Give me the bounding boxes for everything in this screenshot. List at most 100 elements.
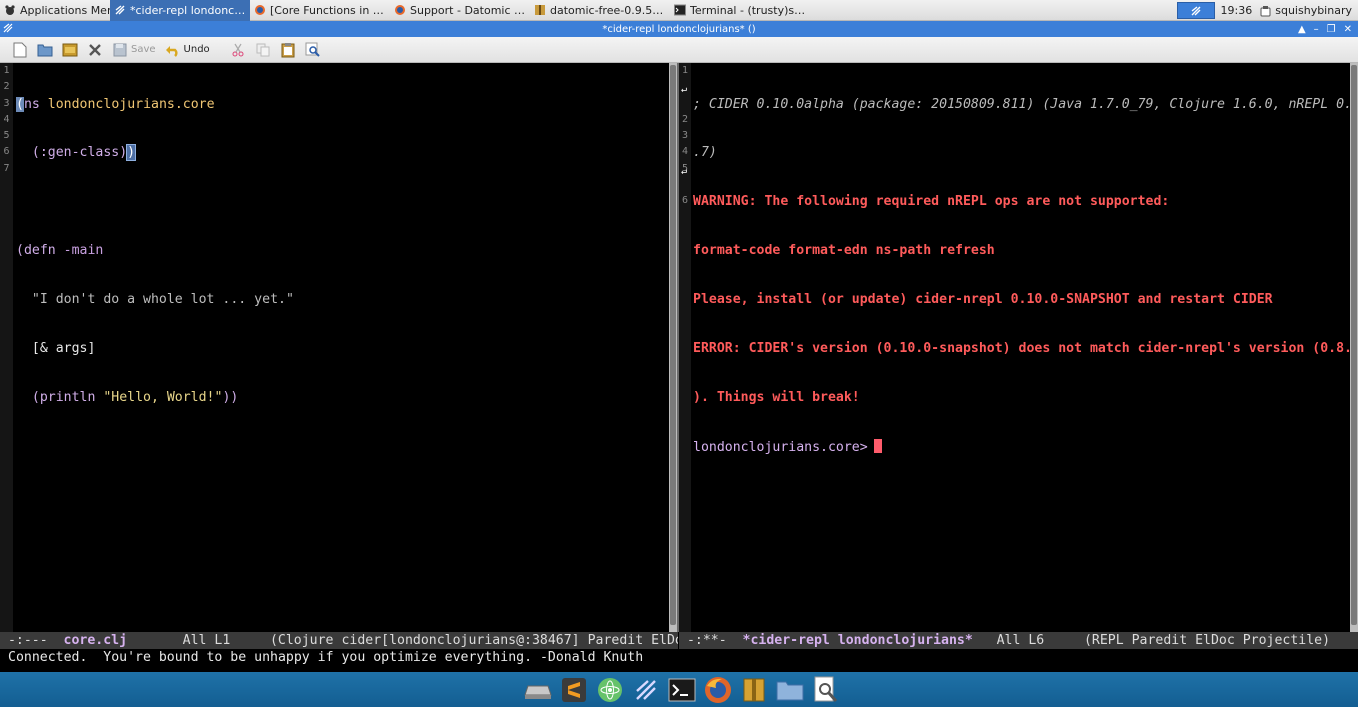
line-number: 2 bbox=[681, 113, 689, 125]
taskbar-item-datomic-free[interactable]: datomic-free-0.9.5206.z... bbox=[530, 0, 670, 21]
window-maximize-icon[interactable]: ❐ bbox=[1327, 24, 1336, 35]
dock-item-sublime-text[interactable] bbox=[558, 674, 590, 705]
dock-item-search[interactable] bbox=[810, 674, 842, 705]
window-titlebar[interactable]: *cider-repl londonclojurians* () ▲ – ❐ ✕ bbox=[0, 21, 1358, 37]
taskbar-item-cider-repl[interactable]: *cider-repl londonclojuri... bbox=[110, 0, 250, 21]
right-scrollbar[interactable] bbox=[1350, 63, 1358, 632]
line-wrap-icon: ↵ bbox=[681, 166, 688, 177]
sublime-text-icon bbox=[562, 677, 586, 702]
code-line: (:gen-class)) bbox=[16, 144, 137, 162]
open-dired-button[interactable] bbox=[60, 40, 80, 60]
dock-item-emacs[interactable] bbox=[630, 674, 662, 705]
line-number: 6 bbox=[3, 146, 10, 158]
scissors-icon bbox=[230, 42, 246, 58]
close-buffer-button[interactable] bbox=[85, 40, 105, 60]
modeline-modes[interactable]: (Clojure cider[londonclojurians@:38467] … bbox=[270, 633, 678, 648]
modeline-modes[interactable]: (REPL Paredit ElDoc Projectile) bbox=[1084, 633, 1330, 648]
paste-button[interactable] bbox=[278, 40, 298, 60]
archive-manager-icon bbox=[743, 678, 765, 701]
modeline-position: All L1 bbox=[127, 633, 270, 648]
archive-icon bbox=[534, 4, 546, 16]
copy-button[interactable] bbox=[253, 40, 273, 60]
toolbar: Save Undo bbox=[0, 37, 1358, 63]
scrollbar-thumb[interactable] bbox=[670, 65, 676, 625]
line-number: 4 bbox=[681, 146, 689, 158]
firefox-icon bbox=[254, 4, 266, 16]
new-file-button[interactable] bbox=[10, 40, 30, 60]
save-icon bbox=[112, 42, 128, 58]
left-scrollbar[interactable] bbox=[669, 63, 677, 632]
repl-error: ERROR: CIDER's version (0.10.0-snapshot)… bbox=[693, 341, 1358, 357]
firefox-icon bbox=[394, 4, 406, 16]
new-file-icon bbox=[12, 42, 28, 58]
modeline-buffer-name[interactable]: *cider-repl londonclojurians* bbox=[743, 633, 973, 648]
window-close-icon[interactable]: ✕ bbox=[1344, 24, 1352, 35]
line-number: 3 bbox=[681, 130, 689, 142]
left-mode-line[interactable]: -:--- core.clj All L1 (Clojure cider[lon… bbox=[0, 632, 678, 649]
undo-button[interactable]: Undo bbox=[163, 40, 212, 60]
dock-item-file-manager[interactable] bbox=[774, 674, 806, 705]
repl-prompt: londonclojurians.core> bbox=[693, 439, 868, 455]
repl-unsupported-ops: format-code format-edn ns-path refresh bbox=[693, 243, 995, 259]
clock[interactable]: 19:36 bbox=[1221, 4, 1253, 17]
search-icon bbox=[305, 42, 321, 58]
text-cursor bbox=[873, 438, 882, 453]
atom-icon bbox=[598, 677, 622, 702]
dock-item-atom[interactable] bbox=[594, 674, 626, 705]
repl-output[interactable]: ; CIDER 0.10.0alpha (package: 20150809.8… bbox=[693, 64, 1358, 488]
taskbar-item-label: [Core Functions in Dept... bbox=[270, 3, 386, 17]
save-label: Save bbox=[131, 44, 156, 55]
line-wrap-icon: ↵ bbox=[681, 84, 688, 95]
right-mode-line[interactable]: -:**- *cider-repl londonclojurians* All … bbox=[679, 632, 1358, 649]
top-panel: Applications Menu *cider-repl londoncloj… bbox=[0, 0, 1358, 21]
line-number: 7 bbox=[3, 162, 10, 174]
folder-open-icon bbox=[37, 42, 53, 58]
echo-message: Connected. You're bound to be unhappy if… bbox=[8, 650, 644, 665]
line-number: 2 bbox=[3, 81, 10, 93]
terminal-icon bbox=[674, 4, 686, 16]
modeline-buffer-name[interactable]: core.clj bbox=[64, 633, 128, 648]
line-number: 1 bbox=[3, 65, 10, 76]
line-number: 6 bbox=[681, 195, 689, 207]
dock-item-terminal[interactable] bbox=[666, 674, 698, 705]
repl-banner: ; CIDER 0.10.0alpha (package: 20150809.8… bbox=[693, 96, 1358, 112]
applications-menu-button[interactable]: Applications Menu bbox=[0, 0, 110, 21]
taskbar-item-support-datomic[interactable]: Support - Datomic - Moz... bbox=[390, 0, 530, 21]
workspace-switcher[interactable] bbox=[1176, 2, 1215, 19]
user-name[interactable]: squishybinary bbox=[1275, 4, 1352, 17]
file-manager-icon bbox=[776, 681, 804, 700]
taskbar-item-label: datomic-free-0.9.5206.z... bbox=[550, 3, 666, 17]
emacs-icon bbox=[636, 679, 656, 700]
repl-warning: WARNING: The following required nREPL op… bbox=[693, 194, 1170, 210]
echo-area[interactable]: Connected. You're bound to be unhappy if… bbox=[0, 649, 1358, 672]
dock-item-drive[interactable] bbox=[522, 674, 554, 705]
code-line: (defn -main bbox=[16, 243, 104, 259]
taskbar-item-core-functions[interactable]: [Core Functions in Dept... bbox=[250, 0, 390, 21]
taskbar-item-label: *cider-repl londonclojuri... bbox=[130, 3, 246, 17]
cut-button[interactable] bbox=[228, 40, 248, 60]
repl-prompt-line[interactable]: londonclojurians.core> bbox=[693, 438, 1348, 455]
code-line: "I don't do a whole lot ... yet." bbox=[16, 292, 294, 308]
close-icon bbox=[87, 42, 103, 58]
line-number-gutter: 1 2 3 4 5 6 bbox=[679, 63, 691, 632]
search-button[interactable] bbox=[303, 40, 323, 60]
emacs-icon bbox=[114, 4, 126, 16]
open-file-button[interactable] bbox=[35, 40, 55, 60]
modeline-status: -:**- bbox=[679, 633, 743, 648]
scrollbar-thumb[interactable] bbox=[1351, 65, 1357, 625]
code-line: (println "Hello, World!")) bbox=[16, 389, 239, 405]
line-number-gutter: 1 2 3 4 5 6 7 bbox=[0, 63, 13, 632]
line-number: 1 bbox=[681, 65, 689, 76]
editor-pane-core-clj[interactable]: 1 2 3 4 5 6 7 (ns londonclojurians.core … bbox=[0, 63, 677, 632]
source-code[interactable]: (ns londonclojurians.core (:gen-class)) … bbox=[16, 64, 667, 439]
applications-menu-label: Applications Menu bbox=[20, 3, 110, 17]
window-up-icon[interactable]: ▲ bbox=[1298, 24, 1306, 35]
taskbar-item-terminal[interactable]: Terminal - (trusty)squis... bbox=[670, 0, 810, 21]
code-line: [& args] bbox=[16, 341, 96, 357]
dock-item-firefox[interactable] bbox=[702, 674, 734, 705]
dock-item-archive-manager[interactable] bbox=[738, 674, 770, 705]
save-button[interactable]: Save bbox=[110, 40, 158, 60]
repl-pane[interactable]: 1 2 3 4 5 6 ↵ ↵ ; CIDER 0.10.0alpha (pac… bbox=[679, 63, 1358, 632]
window-minimize-icon[interactable]: – bbox=[1314, 24, 1319, 35]
search-icon bbox=[814, 676, 838, 702]
